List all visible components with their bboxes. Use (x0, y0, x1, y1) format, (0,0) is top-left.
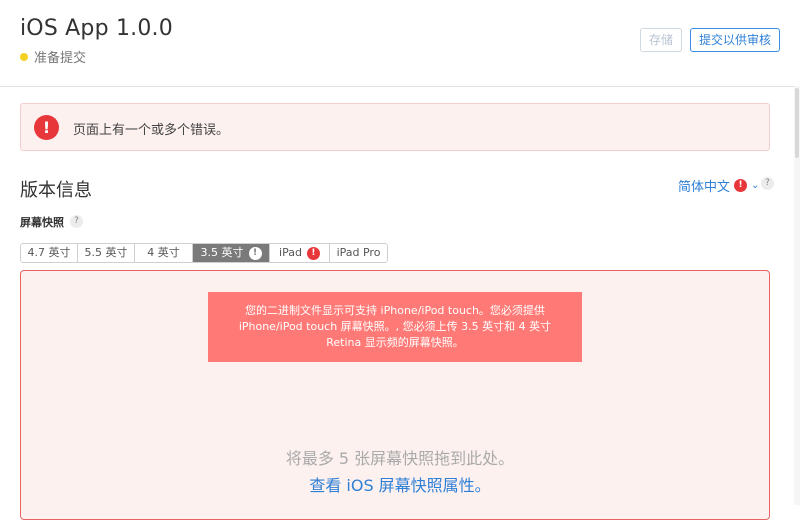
status-indicator: 准备提交 (20, 47, 86, 66)
tab-3-5-inch[interactable]: 3.5 英寸 ! (193, 244, 270, 262)
tab-ipad[interactable]: iPad ! (270, 244, 330, 262)
tab-label: 3.5 英寸 (200, 246, 244, 259)
language-label[interactable]: 简体中文 (678, 176, 730, 195)
error-icon: ! (306, 246, 320, 260)
status-dot-icon (20, 52, 28, 61)
page-header: iOS App 1.0.0 准备提交 存储 提交以供审核 (0, 0, 800, 86)
error-tooltip: 您的二进制文件显示可支持 iPhone/iPod touch。您必须提供 iPh… (208, 292, 582, 362)
screenshots-help-icon[interactable]: ? (70, 215, 83, 228)
view-screenshot-properties-link[interactable]: 查看 iOS 屏幕快照属性。 (0, 472, 800, 496)
tooltip-line: iPhone/iPod touch 屏幕快照。, 您必须上传 3.5 英寸和 4… (238, 320, 552, 333)
device-size-tabs: 4.7 英寸 5.5 英寸 4 英寸 3.5 英寸 ! iPad ! iPad … (20, 243, 388, 263)
tab-label: iPad Pro (336, 246, 381, 259)
tab-5-5-inch[interactable]: 5.5 英寸 (78, 244, 135, 262)
language-error-icon: ! (734, 179, 748, 192)
header-divider (0, 86, 796, 87)
tooltip-line: 您的二进制文件显示可支持 iPhone/iPod touch。您必须提供 (245, 304, 545, 317)
screenshots-label: 屏幕快照 (20, 216, 64, 229)
tab-label: 4 英寸 (147, 246, 180, 259)
error-message: 页面上有一个或多个错误。 (73, 123, 230, 138)
tab-4-inch[interactable]: 4 英寸 (135, 244, 193, 262)
status-text: 准备提交 (34, 51, 87, 66)
tab-ipad-pro[interactable]: iPad Pro (330, 244, 387, 262)
language-selector[interactable]: 简体中文 ! ⌄ (678, 176, 759, 195)
tab-label: iPad (279, 246, 302, 259)
error-icon: ! (248, 246, 262, 260)
dropzone-instructions: 将最多 5 张屏幕快照拖到此处。 (285, 449, 515, 468)
language-help-icon[interactable]: ? (761, 177, 774, 190)
error-icon: ! (34, 115, 59, 140)
error-banner: ! 页面上有一个或多个错误。 (20, 103, 770, 151)
save-button[interactable]: 存储 (640, 28, 683, 52)
app-title: iOS App 1.0.0 (20, 16, 173, 41)
chevron-down-icon[interactable]: ⌄ (751, 180, 759, 191)
tab-label: 5.5 英寸 (84, 246, 128, 259)
submit-for-review-button[interactable]: 提交以供审核 (690, 28, 781, 52)
tab-4-7-inch[interactable]: 4.7 英寸 (21, 244, 78, 262)
section-title: 版本信息 (20, 180, 92, 201)
tab-label: 4.7 英寸 (27, 246, 71, 259)
tooltip-line: Retina 显示频的屏幕快照。 (326, 336, 464, 349)
scrollbar-thumb[interactable] (795, 88, 799, 158)
